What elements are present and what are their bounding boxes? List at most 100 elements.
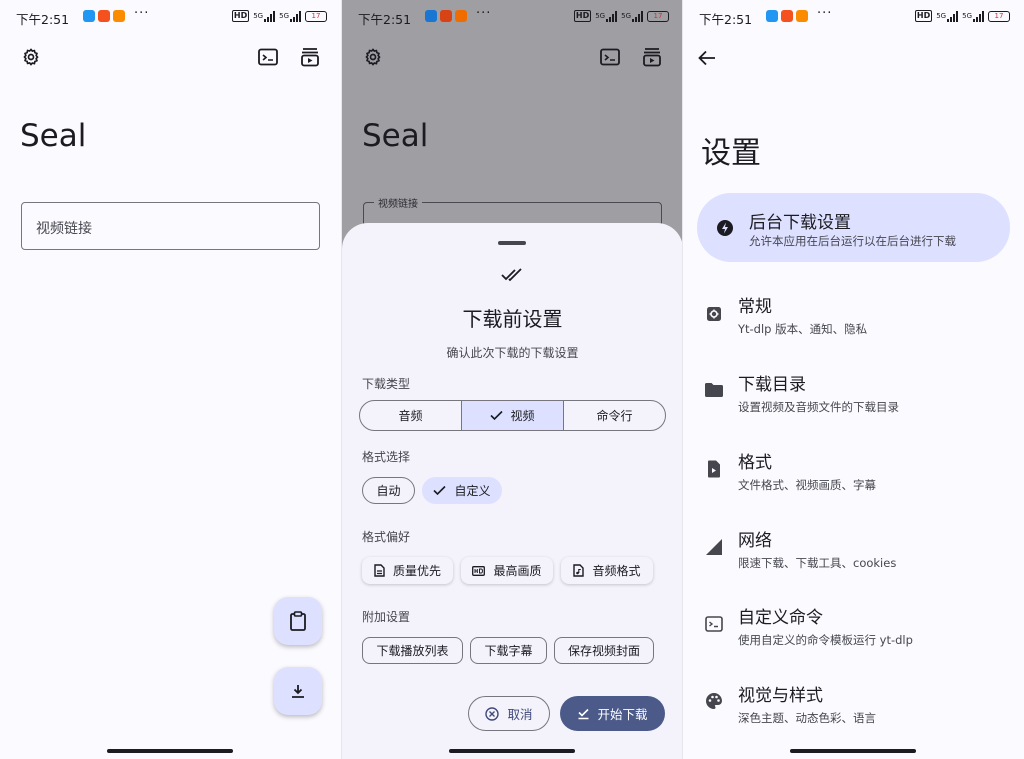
audio-format-chip[interactable]: 音频格式 — [561, 557, 653, 584]
panel-divider — [341, 0, 342, 759]
more-notifications-icon: ··· — [476, 6, 492, 21]
home-indicator[interactable] — [449, 749, 575, 753]
settings-item-desc: Yt-dlp 版本、通知、隐私 — [738, 322, 868, 336]
settings-item-title: 后台下载设置 — [749, 213, 851, 233]
palette-icon — [703, 690, 725, 712]
more-notifications-icon: ··· — [817, 6, 833, 21]
sheet-subtitle: 确认此次下载的下载设置 — [446, 346, 579, 360]
app-notification-icon — [440, 10, 452, 22]
battery-icon: 17 — [305, 10, 327, 22]
signal-icon: 5G — [279, 10, 301, 22]
app-notification-icon — [455, 10, 467, 22]
file-icon — [374, 564, 385, 577]
hd-quality-icon — [472, 565, 486, 576]
settings-item-title: 格式 — [738, 453, 772, 473]
type-command-option[interactable]: 命令行 — [564, 401, 665, 430]
format-custom-chip[interactable]: 自定义 — [422, 477, 502, 504]
status-bar: 下午2:51 ··· HD 5G 5G 17 — [683, 0, 1024, 34]
download-type-label: 下载类型 — [362, 377, 411, 391]
app-notification-icon — [425, 10, 437, 22]
highest-quality-chip[interactable]: 最高画质 — [461, 557, 553, 584]
bolt-icon — [714, 217, 736, 239]
cancel-button[interactable]: 取消 — [468, 696, 550, 731]
app-notification-icon — [113, 10, 125, 22]
app-title: Seal — [362, 118, 429, 154]
settings-item-general[interactable]: 常规 Yt-dlp 版本、通知、隐私 — [683, 292, 1024, 352]
download-playlist-chip[interactable]: 下载播放列表 — [362, 637, 463, 664]
settings-item-desc: 限速下载、下载工具、cookies — [738, 556, 897, 570]
home-indicator[interactable] — [107, 749, 233, 753]
signal-cellular-icon — [703, 536, 725, 558]
settings-item-desc: 文件格式、视频画质、字幕 — [738, 478, 876, 492]
settings-gear-icon[interactable] — [19, 45, 43, 69]
extra-settings-label: 附加设置 — [362, 610, 411, 624]
settings-item-network[interactable]: 网络 限速下载、下载工具、cookies — [683, 526, 1024, 586]
download-settings-sheet: 下载前设置 确认此次下载的下载设置 下载类型 音频 视频 命令行 格式选择 自动… — [342, 223, 683, 759]
settings-item-background-download[interactable]: 后台下载设置 允许本应用在后台运行以在后台进行下载 — [683, 208, 1024, 268]
download-settings-screen: 下午2:51 ··· HD 5G 5G 17 Seal 视频链接 下载前设置 确… — [342, 0, 683, 759]
status-indicators: HD 5G 5G 17 — [914, 10, 1010, 22]
terminal-icon — [703, 613, 725, 635]
quality-first-chip[interactable]: 质量优先 — [362, 557, 453, 584]
settings-item-title: 视觉与样式 — [738, 686, 823, 706]
battery-icon: 17 — [647, 10, 669, 22]
settings-general-icon — [703, 303, 725, 325]
save-thumbnail-chip[interactable]: 保存视频封面 — [554, 637, 654, 664]
hd-icon: HD — [914, 10, 933, 22]
settings-item-title: 网络 — [738, 531, 772, 551]
clipboard-icon — [290, 611, 306, 631]
status-time: 下午2:51 — [16, 12, 70, 27]
back-arrow-icon[interactable] — [695, 46, 719, 70]
download-fab-button[interactable] — [274, 667, 322, 715]
download-type-segmented: 音频 视频 命令行 — [359, 400, 666, 431]
sheet-title: 下载前设置 — [462, 307, 563, 331]
audio-file-icon — [573, 564, 585, 577]
type-audio-option[interactable]: 音频 — [360, 401, 462, 430]
app-notification-icon — [83, 10, 95, 22]
status-time: 下午2:51 — [699, 12, 753, 27]
settings-item-format[interactable]: 格式 文件格式、视频画质、字幕 — [683, 448, 1024, 508]
battery-icon: 17 — [988, 10, 1010, 22]
status-indicators: HD 5G 5G 17 — [231, 10, 327, 22]
download-done-icon — [578, 708, 590, 720]
settings-gear-icon[interactable] — [361, 45, 385, 69]
signal-icon: 5G — [253, 10, 276, 22]
notification-icons — [425, 10, 467, 22]
download-icon — [292, 685, 304, 698]
settings-item-title: 常规 — [738, 297, 772, 317]
home-indicator[interactable] — [790, 749, 916, 753]
terminal-icon[interactable] — [598, 45, 622, 69]
playlist-queue-icon[interactable] — [298, 45, 322, 69]
status-time: 下午2:51 — [358, 12, 412, 27]
settings-item-desc: 允许本应用在后台运行以在后台进行下载 — [749, 234, 956, 248]
signal-icon: 5G — [936, 10, 959, 22]
signal-icon: 5G — [621, 10, 643, 22]
sheet-drag-handle[interactable] — [498, 241, 526, 245]
start-download-button[interactable]: 开始下载 — [560, 696, 665, 731]
settings-item-download-directory[interactable]: 下载目录 设置视频及音频文件的下载目录 — [683, 370, 1024, 430]
app-notification-icon — [766, 10, 778, 22]
settings-screen: 下午2:51 ··· HD 5G 5G 17 设置 后台下载设置 允许本应用在后… — [683, 0, 1024, 759]
type-video-option[interactable]: 视频 — [462, 401, 564, 430]
paste-clipboard-button[interactable] — [274, 597, 322, 645]
video-url-input[interactable]: 视频链接 — [21, 202, 320, 250]
check-icon — [490, 410, 504, 421]
notification-icons — [766, 10, 808, 22]
settings-item-desc: 深色主题、动态色彩、语言 — [738, 711, 876, 725]
hd-icon: HD — [231, 10, 250, 22]
format-preference-label: 格式偏好 — [362, 530, 411, 544]
done-all-icon — [501, 268, 522, 282]
check-icon — [433, 485, 447, 496]
playlist-queue-icon[interactable] — [640, 45, 664, 69]
video-file-icon — [703, 458, 725, 480]
download-subtitles-chip[interactable]: 下载字幕 — [470, 637, 547, 664]
terminal-icon[interactable] — [256, 45, 280, 69]
app-notification-icon — [98, 10, 110, 22]
settings-item-custom-command[interactable]: 自定义命令 使用自定义的命令模板运行 yt-dlp — [683, 603, 1024, 663]
more-notifications-icon: ··· — [134, 6, 150, 21]
format-auto-chip[interactable]: 自动 — [362, 477, 415, 504]
panel-divider — [682, 0, 683, 759]
page-title: 设置 — [701, 136, 761, 171]
settings-item-appearance[interactable]: 视觉与样式 深色主题、动态色彩、语言 — [683, 681, 1024, 741]
status-indicators: HD 5G 5G 17 — [573, 10, 669, 22]
